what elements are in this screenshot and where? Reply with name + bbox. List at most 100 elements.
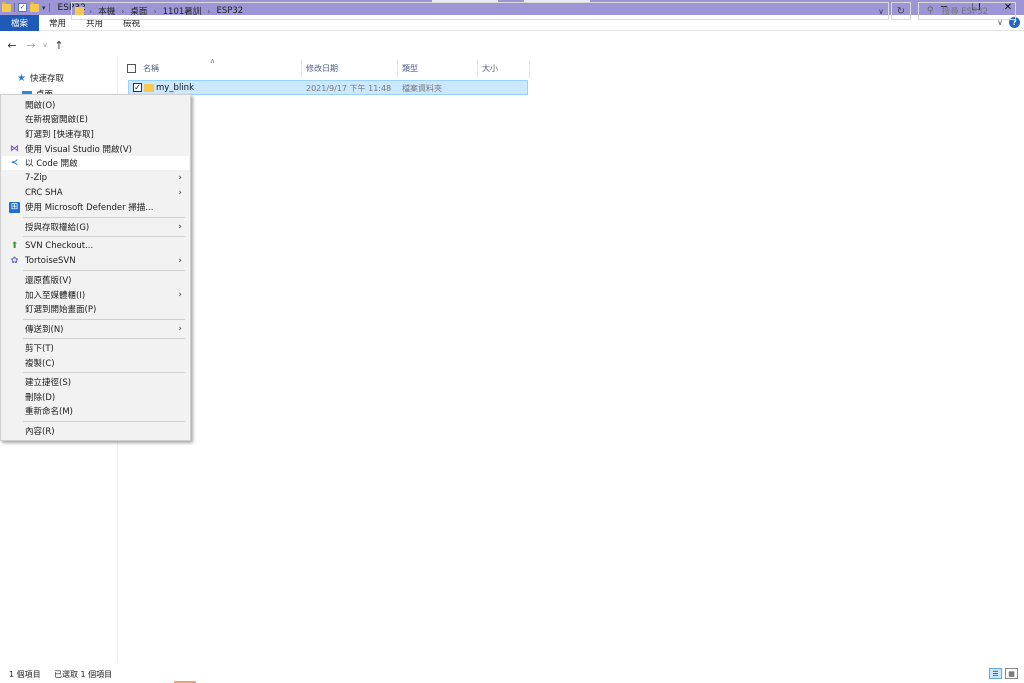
- menu-item-copy[interactable]: 複製(C): [2, 356, 189, 370]
- search-input[interactable]: ⚲ 搜尋 ESP32: [918, 2, 1016, 20]
- chevron-right-icon: ›: [178, 324, 182, 334]
- chevron-right-icon: ›: [178, 256, 182, 266]
- sort-ascending-icon: ∧: [210, 57, 216, 65]
- menu-item-label: 授與存取權給(G): [25, 223, 90, 233]
- details-view-icon[interactable]: ☰: [989, 668, 1002, 679]
- column-divider[interactable]: [301, 60, 302, 78]
- search-icon: ⚲: [927, 6, 934, 16]
- column-divider[interactable]: [477, 60, 478, 78]
- menu-item-label: 以 Code 開啟: [25, 159, 78, 169]
- menu-item-properties[interactable]: 內容(R): [2, 424, 189, 438]
- menu-item-label: 傳送到(N): [25, 325, 64, 335]
- view-switcher: ☰ ▦: [989, 668, 1018, 679]
- file-type: 檔案資料夾: [402, 84, 442, 93]
- menu-item-pin-quick-access[interactable]: 釘選到 [快速存取]: [2, 127, 189, 141]
- menu-item-restore-versions[interactable]: 還原舊版(V): [2, 273, 189, 287]
- menu-item-svn-checkout[interactable]: ⬆ SVN Checkout...: [2, 239, 189, 253]
- menu-item-label: 釘選到 [快速存取]: [25, 130, 94, 140]
- chevron-right-icon[interactable]: ›: [153, 7, 156, 16]
- table-row[interactable]: ✓ my_blink 2021/9/17 下午 11:48 檔案資料夾: [128, 80, 528, 95]
- menu-item-label: 內容(R): [25, 427, 55, 437]
- menu-item-delete[interactable]: 刪除(D): [2, 390, 189, 404]
- back-icon[interactable]: ←: [5, 39, 19, 52]
- vscode-icon: ≺: [10, 158, 19, 168]
- column-header-modified[interactable]: 修改日期: [306, 60, 338, 76]
- column-header-size[interactable]: 大小: [482, 60, 498, 76]
- menu-separator: [23, 372, 185, 373]
- breadcrumb-summer-training[interactable]: 1101暑訓: [163, 5, 202, 17]
- chevron-right-icon: ›: [178, 173, 182, 183]
- chevron-right-icon: ›: [178, 222, 182, 232]
- large-icons-view-icon[interactable]: ▦: [1005, 668, 1018, 679]
- star-icon: ★: [17, 72, 26, 84]
- breadcrumb-this-pc[interactable]: 本機: [98, 5, 115, 17]
- row-checkbox[interactable]: ✓: [133, 83, 142, 92]
- defender-icon: ⊞: [9, 201, 20, 213]
- folder-icon: [144, 84, 154, 92]
- menu-separator: [23, 270, 185, 271]
- column-divider[interactable]: [397, 60, 398, 78]
- menu-item-label: CRC SHA: [25, 188, 63, 198]
- quick-access-toolbar: ✓ ▾: [0, 1, 50, 12]
- address-bar[interactable]: › 本機 › 桌面 › 1101暑訓 › ESP32 ∨: [71, 2, 889, 20]
- menu-item-label: 7-Zip: [25, 173, 48, 183]
- column-header-type[interactable]: 類型: [402, 60, 418, 76]
- sidebar-item-label: 快速存取: [29, 74, 64, 84]
- refresh-button[interactable]: ↻: [891, 2, 911, 20]
- file-modified: 2021/9/17 下午 11:48: [306, 84, 392, 93]
- chevron-right-icon[interactable]: ›: [121, 7, 124, 16]
- menu-separator: [23, 421, 185, 422]
- refresh-icon: ↻: [896, 5, 906, 17]
- folder-icon: [75, 7, 84, 15]
- menu-item-send-to[interactable]: 傳送到(N) ›: [2, 322, 189, 336]
- chevron-right-icon[interactable]: ›: [89, 7, 92, 16]
- menu-item-label: 開啟(O): [25, 101, 56, 111]
- context-menu: 開啟(O) 在新視窗開啟(E) 釘選到 [快速存取] ⋈ 使用 Visual St…: [0, 94, 191, 441]
- menu-item-cut[interactable]: 剪下(T): [2, 341, 189, 355]
- select-all-checkbox[interactable]: [127, 64, 136, 73]
- menu-item-open-with-code[interactable]: ≺ 以 Code 開啟: [2, 156, 189, 170]
- menu-item-include-library[interactable]: 加入至媒體櫃(I) ›: [2, 288, 189, 302]
- recent-locations-icon[interactable]: ∨: [38, 41, 52, 49]
- column-header-name[interactable]: 名稱: [143, 60, 159, 76]
- divider: [14, 3, 15, 12]
- menu-item-label: 複製(C): [25, 359, 55, 369]
- properties-icon[interactable]: ✓: [18, 3, 27, 12]
- file-name: my_blink: [156, 83, 194, 93]
- menu-item-open[interactable]: 開啟(O): [2, 98, 189, 112]
- menu-item-label: 釘選到開始畫面(P): [25, 305, 97, 315]
- chevron-down-icon[interactable]: ∨: [878, 7, 884, 16]
- menu-item-tortoisesvn[interactable]: ✿ TortoiseSVN ›: [2, 254, 189, 268]
- customize-toolbar-icon[interactable]: ▾: [42, 4, 46, 12]
- menu-item-crc-sha[interactable]: CRC SHA ›: [2, 186, 189, 200]
- menu-item-defender-scan[interactable]: ⊞ 使用 Microsoft Defender 掃描...: [2, 200, 189, 214]
- menu-separator: [23, 236, 185, 237]
- tab-file[interactable]: 檔案: [0, 14, 40, 31]
- menu-item-label: 加入至媒體櫃(I): [25, 291, 86, 301]
- divider: [48, 3, 50, 12]
- menu-item-create-shortcut[interactable]: 建立捷徑(S): [2, 375, 189, 389]
- search-placeholder: 搜尋 ESP32: [941, 7, 989, 17]
- menu-item-pin-start[interactable]: 釘選到開始畫面(P): [2, 302, 189, 316]
- forward-icon[interactable]: →: [24, 39, 38, 52]
- menu-item-give-access[interactable]: 授與存取權給(G) ›: [2, 220, 189, 234]
- menu-item-label: 在新視窗開啟(E): [25, 115, 89, 125]
- menu-item-open-new-window[interactable]: 在新視窗開啟(E): [2, 112, 189, 126]
- sidebar-item-quick-access[interactable]: ★ 快速存取: [17, 72, 64, 85]
- breadcrumb-esp32[interactable]: ESP32: [216, 6, 243, 16]
- menu-item-open-visual-studio[interactable]: ⋈ 使用 Visual Studio 開啟(V): [2, 142, 189, 156]
- svn-checkout-icon: ⬆: [10, 241, 19, 251]
- status-bar: 1 個項目 已選取 1 個項目 ☰ ▦: [0, 666, 1024, 683]
- new-folder-icon[interactable]: [30, 1, 39, 12]
- menu-item-label: 建立捷徑(S): [25, 378, 72, 388]
- menu-item-label: 使用 Microsoft Defender 掃描...: [25, 203, 154, 213]
- visual-studio-icon: ⋈: [10, 144, 19, 154]
- breadcrumb-desktop[interactable]: 桌面: [130, 5, 147, 17]
- menu-item-rename[interactable]: 重新命名(M): [2, 404, 189, 418]
- column-divider[interactable]: [529, 60, 530, 78]
- menu-separator: [23, 338, 185, 339]
- chevron-right-icon[interactable]: ›: [207, 7, 210, 16]
- menu-item-label: 剪下(T): [25, 344, 54, 354]
- menu-item-7zip[interactable]: 7-Zip ›: [2, 171, 189, 185]
- up-icon[interactable]: ↑: [52, 39, 66, 52]
